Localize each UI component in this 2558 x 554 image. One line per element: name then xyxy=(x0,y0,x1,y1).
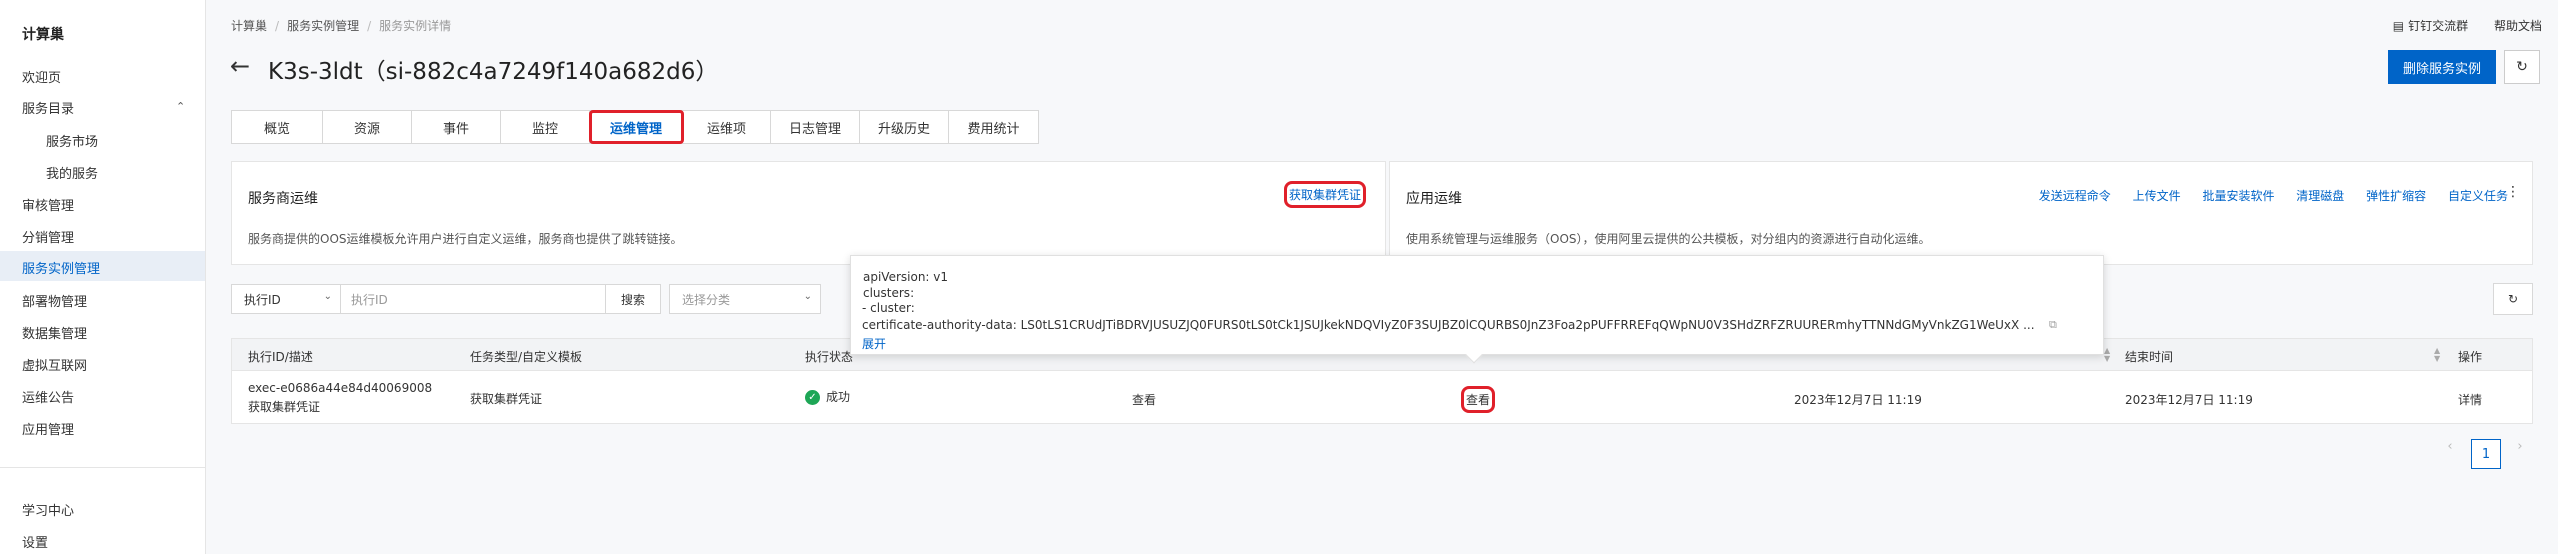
view-params-link[interactable]: 查看 xyxy=(1132,391,1156,408)
popover-line: - cluster: xyxy=(862,301,915,315)
more-options-icon[interactable]: ⋮ xyxy=(2506,184,2520,200)
sidebar-item-datasets[interactable]: 数据集管理 xyxy=(22,323,87,342)
sidebar-item-my-services[interactable]: 我的服务 xyxy=(46,163,98,182)
sidebar-item-virtual-internet[interactable]: 虚拟互联网 xyxy=(22,355,87,374)
exec-id-link[interactable]: exec-e0686a44e84d40069008 xyxy=(248,381,432,395)
tab-bar: 概览 资源 事件 监控 运维管理 运维项 日志管理 升级历史 费用统计 xyxy=(231,110,1039,144)
category-select[interactable]: 选择分类 ⌄ xyxy=(669,284,821,314)
search-input-placeholder: 执行ID xyxy=(351,292,388,307)
sidebar-item-service-market[interactable]: 服务市场 xyxy=(46,131,98,150)
dingtalk-label: 钉钉交流群 xyxy=(2408,19,2469,33)
status-cell: ✓ 成功 xyxy=(805,388,850,405)
batch-install-software-link[interactable]: 批量安装软件 xyxy=(2202,189,2274,203)
tab-ops-management[interactable]: 运维管理 xyxy=(589,110,684,144)
tab-upgrade-history[interactable]: 升级历史 xyxy=(860,111,949,143)
page-title: K3s-3ldt（si-882c4a7249f140a682d6） xyxy=(268,59,719,85)
filter-field-value: 执行ID xyxy=(244,292,281,307)
page-1-button[interactable]: 1 xyxy=(2471,439,2501,469)
sidebar-divider xyxy=(0,467,205,468)
sidebar-title: 计算巢 xyxy=(22,27,64,43)
breadcrumb-item-compute-nest[interactable]: 计算巢 xyxy=(231,19,267,33)
popover-line: apiVersion: v1 xyxy=(863,270,949,284)
app-ops-panel: 应用运维 发送远程命令 上传文件 批量安装软件 清理磁盘 弹性扩缩容 自定义任务… xyxy=(1389,161,2533,265)
tab-log-management[interactable]: 日志管理 xyxy=(771,111,860,143)
output-popover: apiVersion: v1 clusters: xyxy=(850,255,2104,364)
popover-line: clusters: xyxy=(863,286,915,300)
provider-ops-title: 服务商运维 xyxy=(248,191,318,207)
app-ops-description: 使用系统管理与运维服务（OOS），使用阿里云提供的公共模板，对分组内的资源进行自… xyxy=(1406,232,1931,246)
tab-overview[interactable]: 概览 xyxy=(232,111,323,143)
top-right-links: ▤ 钉钉交流群 帮助文档 xyxy=(2371,17,2542,34)
end-time: 2023年12月7日 11:19 xyxy=(2125,393,2253,407)
provider-ops-panel: 服务商运维 获取集群凭证 服务商提供的OOS运维模板允许用户进行自定义运维，服务… xyxy=(231,161,1386,265)
col-actions: 操作 xyxy=(2458,350,2483,364)
main-content: 计算巢 / 服务实例管理 / 服务实例详情 ▤ 钉钉交流群 帮助文档 ← K3s-3ldt… xyxy=(206,0,2558,554)
sidebar-item-app-management[interactable]: 应用管理 xyxy=(22,419,74,438)
provider-ops-description: 服务商提供的OOS运维模板允许用户进行自定义运维，服务商也提供了跳转链接。 xyxy=(248,232,683,246)
send-remote-command-link[interactable]: 发送远程命令 xyxy=(2039,189,2111,203)
sort-icon[interactable]: ▲ ▼ xyxy=(2104,347,2110,363)
refresh-icon[interactable]: ↻ xyxy=(2504,50,2540,84)
popover-cert-line: certificate-authority-data: LS0tLS1CRUdJ… xyxy=(862,318,2035,332)
start-time: 2023年12月7日 11:19 xyxy=(1794,393,1922,407)
copy-icon[interactable]: ⧉ xyxy=(2049,318,2057,332)
breadcrumb-item-current: 服务实例详情 xyxy=(379,19,452,33)
sidebar-item-settings[interactable]: 设置 xyxy=(22,532,48,551)
task-type: 获取集群凭证 xyxy=(470,392,543,406)
chevron-down-icon: ⌄ xyxy=(803,291,812,302)
status-label: 成功 xyxy=(826,390,851,404)
tab-resources[interactable]: 资源 xyxy=(323,111,412,143)
prev-page-icon[interactable]: ‹ xyxy=(2440,439,2460,454)
tab-events[interactable]: 事件 xyxy=(412,111,501,143)
sidebar: 计算巢 欢迎页 服务目录 ⌃ 服务市场 我的服务 审核管理 分销管理 服务实例管… xyxy=(0,0,206,554)
upload-file-link[interactable]: 上传文件 xyxy=(2133,189,2181,203)
sidebar-item-deployables[interactable]: 部署物管理 xyxy=(22,291,87,310)
elastic-scaling-link[interactable]: 弹性扩缩容 xyxy=(2366,189,2426,203)
delete-instance-button[interactable]: 删除服务实例 xyxy=(2388,50,2496,84)
app-ops-title: 应用运维 xyxy=(1406,191,1462,207)
breadcrumb-separator: / xyxy=(275,19,280,33)
col-exec-id: 执行ID/描述 xyxy=(248,350,313,364)
category-placeholder: 选择分类 xyxy=(682,292,731,307)
sidebar-item-ops-announcements[interactable]: 运维公告 xyxy=(22,387,74,406)
exec-description: 获取集群凭证 xyxy=(248,400,321,414)
next-page-icon[interactable]: › xyxy=(2510,439,2530,454)
col-task-type: 任务类型/自定义模板 xyxy=(470,350,583,364)
sidebar-item-service-catalog[interactable]: 服务目录 xyxy=(22,98,74,117)
search-button[interactable]: 搜索 xyxy=(605,284,661,314)
clean-disk-link[interactable]: 清理磁盘 xyxy=(2296,189,2344,203)
dingtalk-link[interactable]: ▤ 钉钉交流群 xyxy=(2393,19,2468,33)
custom-task-link[interactable]: 自定义任务 xyxy=(2448,189,2508,203)
chevron-up-icon[interactable]: ⌃ xyxy=(176,100,185,113)
back-arrow-icon[interactable]: ← xyxy=(230,52,250,80)
chevron-down-icon: ⌄ xyxy=(323,291,332,302)
tab-monitoring[interactable]: 监控 xyxy=(501,111,590,143)
col-end-time: 结束时间 xyxy=(2125,350,2174,364)
sidebar-item-learning-center[interactable]: 学习中心 xyxy=(22,500,74,519)
table-refresh-icon[interactable]: ↻ xyxy=(2493,283,2533,315)
sidebar-item-service-instances[interactable]: 服务实例管理 xyxy=(22,258,100,277)
tab-ops-items[interactable]: 运维项 xyxy=(683,111,771,143)
breadcrumb-separator: / xyxy=(367,19,372,33)
filter-field-select[interactable]: 执行ID ⌄ xyxy=(231,284,341,314)
dingtalk-icon: ▤ xyxy=(2392,19,2405,33)
sidebar-item-distribution[interactable]: 分销管理 xyxy=(22,227,74,246)
check-icon: ✓ xyxy=(805,390,820,405)
col-status: 执行状态 xyxy=(805,350,854,364)
breadcrumb-item-instances[interactable]: 服务实例管理 xyxy=(287,19,359,33)
get-cluster-credential-link[interactable]: 获取集群凭证 xyxy=(1283,181,1367,208)
expand-link[interactable]: 展开 xyxy=(862,335,886,352)
sidebar-item-review[interactable]: 审核管理 xyxy=(22,195,74,214)
details-link[interactable]: 详情 xyxy=(2458,391,2482,408)
view-output-link[interactable]: 查看 xyxy=(1460,386,1496,413)
help-docs-link[interactable]: 帮助文档 xyxy=(2494,19,2542,33)
breadcrumb: 计算巢 / 服务实例管理 / 服务实例详情 xyxy=(231,17,451,34)
app-ops-actions: 发送远程命令 上传文件 批量安装软件 清理磁盘 弹性扩缩容 自定义任务 xyxy=(2021,187,2508,204)
exec-id-search-input[interactable]: 执行ID xyxy=(340,284,606,314)
sidebar-item-welcome[interactable]: 欢迎页 xyxy=(22,67,61,86)
sort-icon[interactable]: ▲ ▼ xyxy=(2434,347,2440,363)
tab-cost-stats[interactable]: 费用统计 xyxy=(949,111,1038,143)
